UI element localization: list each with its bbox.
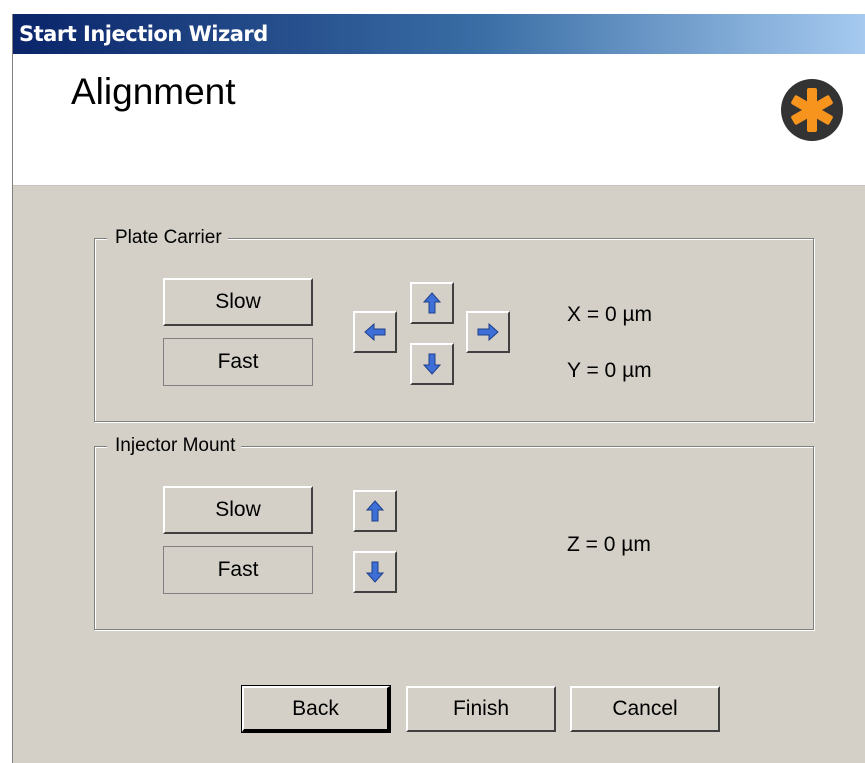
injector-slow-button[interactable]: Slow	[163, 486, 313, 534]
orange-asterisk-icon	[781, 79, 843, 141]
wizard-header: Alignment	[13, 54, 865, 186]
arrow-down-icon	[365, 561, 385, 583]
window-title: Start Injection Wizard	[19, 22, 268, 46]
plate-carrier-legend: Plate Carrier	[107, 227, 228, 249]
plate-fast-button[interactable]: Fast	[163, 338, 313, 386]
injector-fast-label: Fast	[217, 558, 259, 581]
title-bar[interactable]: Start Injection Wizard	[13, 14, 865, 54]
x-position-readout: X = 0 µm	[567, 303, 653, 326]
arrow-right-icon	[477, 322, 499, 342]
arrow-up-icon	[422, 292, 442, 314]
cancel-button[interactable]: Cancel	[570, 686, 720, 732]
plate-right-button[interactable]	[466, 311, 510, 353]
finish-button[interactable]: Finish	[406, 686, 556, 732]
cancel-label: Cancel	[612, 697, 678, 720]
injector-slow-label: Slow	[215, 498, 261, 521]
page-title: Alignment	[71, 71, 236, 112]
injector-mount-legend: Injector Mount	[107, 435, 242, 457]
back-label: Back	[292, 696, 339, 720]
plate-down-button[interactable]	[410, 343, 454, 385]
y-position-readout: Y = 0 µm	[567, 359, 652, 382]
plate-slow-button[interactable]: Slow	[163, 278, 313, 326]
plate-left-button[interactable]	[353, 311, 397, 353]
z-position-readout: Z = 0 µm	[567, 533, 651, 556]
plate-carrier-group: Plate Carrier Slow Fast X = 0 µm Y = 0 µ…	[94, 227, 814, 422]
wizard-window: Start Injection Wizard Alignment Plate C…	[12, 14, 865, 763]
injector-mount-group: Injector Mount Slow Fast Z = 0 µm	[94, 435, 814, 630]
injector-down-button[interactable]	[353, 551, 397, 593]
arrow-down-icon	[422, 353, 442, 375]
arrow-left-icon	[364, 322, 386, 342]
back-button[interactable]: Back	[241, 685, 391, 733]
plate-up-button[interactable]	[410, 282, 454, 324]
plate-slow-label: Slow	[215, 290, 261, 313]
injector-up-button[interactable]	[353, 490, 397, 532]
finish-label: Finish	[452, 697, 510, 720]
arrow-up-icon	[365, 500, 385, 522]
plate-fast-label: Fast	[217, 350, 259, 373]
injector-fast-button[interactable]: Fast	[163, 546, 313, 594]
